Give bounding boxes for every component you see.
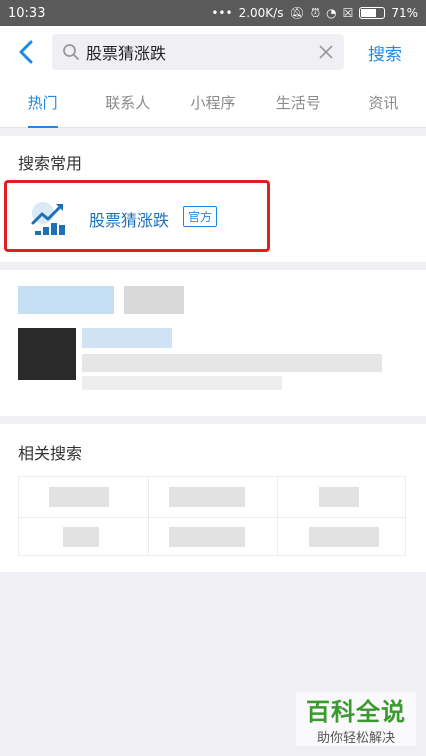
tab-mini-programs[interactable]: 小程序 [170, 78, 255, 128]
more-dots-icon: ••• [211, 6, 233, 20]
search-query: 股票猜涨跌 [86, 44, 167, 63]
search-icon [63, 44, 79, 60]
related-grid [18, 476, 406, 556]
tab-hot[interactable]: 热门 [0, 78, 85, 128]
related-item[interactable] [49, 487, 109, 507]
related-item[interactable] [169, 527, 245, 547]
tab-contacts[interactable]: 联系人 [85, 78, 170, 128]
clear-icon[interactable] [318, 44, 334, 60]
network-speed: 2.00K/s [238, 6, 284, 20]
blurred-results-section [0, 270, 426, 416]
blurred-text [82, 376, 282, 390]
back-button[interactable] [0, 26, 52, 78]
search-input[interactable]: 股票猜涨跌 [52, 34, 344, 70]
app-name: 股票猜涨跌 [89, 211, 170, 230]
frequent-section: 搜索常用 股票猜涨跌 官方 [0, 136, 426, 262]
battery-icon [359, 7, 386, 19]
mute-icon: 🔕︎ [289, 6, 305, 20]
related-item[interactable] [169, 487, 245, 507]
blurred-text [124, 286, 184, 314]
blurred-text [82, 354, 382, 372]
related-item[interactable] [319, 487, 359, 507]
app-result-card[interactable]: 股票猜涨跌 官方 [4, 180, 270, 252]
chevron-left-icon [19, 40, 33, 64]
status-bar: 10:33 ••• 2.00K/s 🔕︎ ⏰︎ ◔ ☒ 71% [0, 0, 426, 26]
frequent-title: 搜索常用 [18, 154, 83, 173]
battery-percent: 71% [391, 6, 418, 20]
tab-life-accounts[interactable]: 生活号 [256, 78, 341, 128]
watermark-logo: 百科全说 助你轻松解决 [296, 692, 416, 746]
blurred-avatar [18, 328, 76, 380]
tab-news[interactable]: 资讯 [341, 78, 426, 128]
stock-chart-icon [31, 202, 65, 235]
wifi-icon: ◔ [326, 6, 337, 20]
related-title: 相关搜索 [18, 444, 83, 463]
related-section: 相关搜索 [0, 424, 426, 572]
blurred-text [18, 286, 114, 314]
related-item[interactable] [309, 527, 379, 547]
sim-icon: ☒ [342, 6, 354, 20]
official-badge: 官方 [183, 206, 218, 227]
search-bar: 股票猜涨跌 搜索 [0, 26, 426, 78]
watermark-subtitle: 助你轻松解决 [316, 731, 395, 746]
watermark-title: 百科全说 [306, 698, 406, 726]
alarm-icon: ⏰︎ [310, 5, 321, 20]
tab-bar: 热门 联系人 小程序 生活号 资讯 [0, 78, 426, 128]
blurred-text [82, 328, 172, 348]
status-time: 10:33 [8, 5, 46, 21]
related-item[interactable] [63, 527, 99, 547]
search-button[interactable]: 搜索 [344, 40, 426, 65]
